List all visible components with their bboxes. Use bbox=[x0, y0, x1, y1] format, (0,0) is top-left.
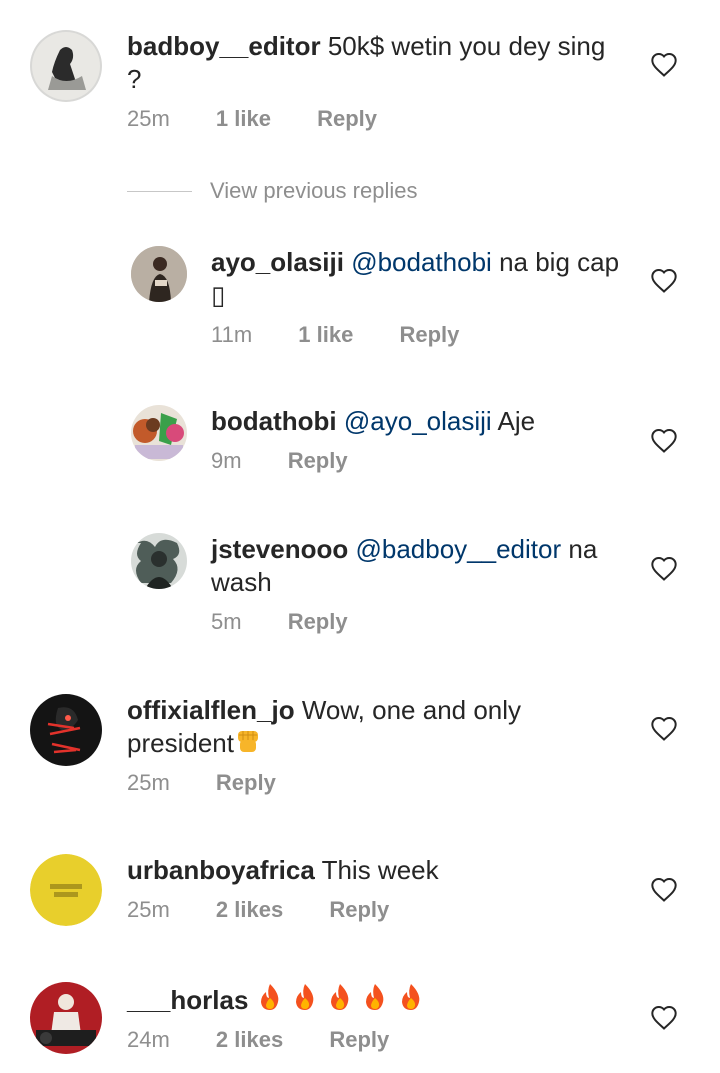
avatar[interactable] bbox=[131, 246, 187, 302]
comment-time: 25m bbox=[127, 106, 170, 131]
comment-body: This week bbox=[321, 855, 439, 885]
heart-outline-icon[interactable] bbox=[650, 51, 678, 79]
raised-fist-emoji-icon bbox=[237, 731, 258, 752]
avatar[interactable] bbox=[30, 30, 102, 102]
comment-time: 11m bbox=[211, 322, 253, 347]
comment-meta: 24m 2 likes Reply bbox=[127, 1027, 617, 1053]
avatar[interactable] bbox=[30, 982, 102, 1054]
comment-meta: 25m 1 like Reply bbox=[127, 106, 617, 132]
mention-link[interactable]: @badboy__editor bbox=[355, 534, 561, 564]
comment-meta: 9m Reply bbox=[211, 448, 621, 474]
comment-likes[interactable]: 1 like bbox=[216, 106, 271, 131]
avatar[interactable] bbox=[131, 533, 187, 589]
comment-username[interactable]: jstevenooo bbox=[211, 534, 348, 564]
reply-button[interactable]: Reply bbox=[288, 448, 348, 473]
comment-meta: 11m 1 like Reply bbox=[211, 322, 621, 348]
comment-meta: 5m Reply bbox=[211, 609, 621, 635]
comment-username[interactable]: ayo_olasiji bbox=[211, 247, 344, 277]
comment-likes[interactable]: 1 like bbox=[298, 322, 353, 347]
comment-text: bodathobi @ayo_olasiji Aje bbox=[211, 405, 621, 438]
view-previous-replies[interactable]: View previous replies bbox=[127, 176, 417, 206]
comment-username[interactable]: offixialflen_jo bbox=[127, 695, 295, 725]
comment-username[interactable]: ___horlas bbox=[127, 985, 248, 1015]
comment-body: Aje bbox=[497, 406, 536, 436]
avatar[interactable] bbox=[30, 694, 102, 766]
reply-button[interactable]: Reply bbox=[399, 322, 459, 347]
comment-username[interactable]: badboy__editor bbox=[127, 31, 321, 61]
comment-username[interactable]: bodathobi bbox=[211, 406, 337, 436]
reply-button[interactable]: Reply bbox=[216, 770, 276, 795]
fire-emoji-icon bbox=[260, 984, 278, 1010]
comment-likes[interactable]: 2 likes bbox=[216, 1027, 283, 1052]
heart-outline-icon[interactable] bbox=[650, 715, 678, 743]
avatar[interactable] bbox=[131, 405, 187, 461]
comment-time: 5m bbox=[211, 609, 242, 634]
mention-link[interactable]: @ayo_olasiji bbox=[344, 406, 492, 436]
reply-button[interactable]: Reply bbox=[317, 106, 377, 131]
comment-text: ___horlas bbox=[127, 982, 617, 1017]
comment-meta: 25m Reply bbox=[127, 770, 617, 796]
comment-likes[interactable]: 2 likes bbox=[216, 897, 283, 922]
fire-emojis bbox=[256, 984, 425, 1015]
comment-text: ayo_olasiji @bodathobi na big cap ▯ bbox=[211, 246, 621, 312]
fire-emoji-icon bbox=[295, 984, 314, 1010]
fire-emoji-icon bbox=[366, 984, 384, 1010]
comment-text: badboy__editor 50k$ wetin you dey sing ? bbox=[127, 30, 617, 96]
comment-meta: 25m 2 likes Reply bbox=[127, 897, 617, 923]
comment-time: 25m bbox=[127, 770, 170, 795]
avatar-caption-bar bbox=[50, 884, 82, 889]
comment-time: 25m bbox=[127, 897, 170, 922]
comment-text: jstevenooo @badboy__editor na wash bbox=[211, 533, 621, 599]
reply-button[interactable]: Reply bbox=[288, 609, 348, 634]
heart-outline-icon[interactable] bbox=[650, 267, 678, 295]
divider-line bbox=[127, 190, 192, 192]
view-previous-replies-label[interactable]: View previous replies bbox=[210, 178, 417, 204]
comment-time: 9m bbox=[211, 448, 242, 473]
mention-link[interactable]: @bodathobi bbox=[351, 247, 492, 277]
fire-emoji-icon bbox=[401, 984, 419, 1010]
reply-button[interactable]: Reply bbox=[329, 897, 389, 922]
comment-text: urbanboyafrica This week bbox=[127, 854, 617, 887]
comment-username[interactable]: urbanboyafrica bbox=[127, 855, 315, 885]
comment-text: offixialflen_jo Wow, one and only presid… bbox=[127, 694, 617, 760]
heart-outline-icon[interactable] bbox=[650, 427, 678, 455]
heart-outline-icon[interactable] bbox=[650, 1004, 678, 1032]
avatar[interactable] bbox=[30, 854, 102, 926]
fire-emoji-icon bbox=[331, 984, 349, 1010]
comment-time: 24m bbox=[127, 1027, 170, 1052]
heart-outline-icon[interactable] bbox=[650, 876, 678, 904]
heart-outline-icon[interactable] bbox=[650, 555, 678, 583]
reply-button[interactable]: Reply bbox=[329, 1027, 389, 1052]
